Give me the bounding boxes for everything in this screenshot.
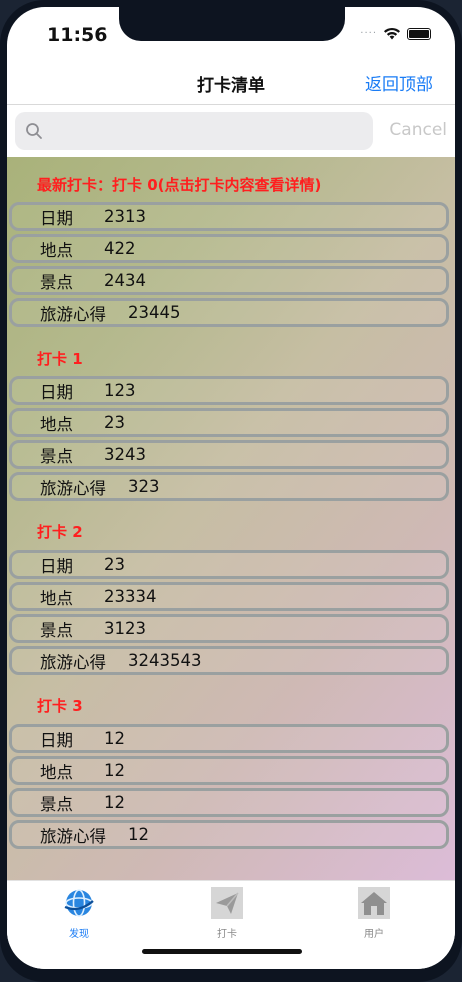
status-time: 11:56 xyxy=(47,24,108,46)
row-label: 景点 xyxy=(40,794,73,814)
list-item[interactable]: 旅游心得 12 xyxy=(9,820,449,849)
row-value: 12 xyxy=(128,825,149,844)
row-label: 旅游心得 xyxy=(40,826,106,846)
home-indicator[interactable] xyxy=(142,949,302,954)
tab-discover[interactable]: 发现 xyxy=(39,887,119,940)
row-value: 12 xyxy=(104,761,125,780)
row-value: 2434 xyxy=(104,271,146,290)
device-frame: 11:56 ···· 打卡清单 返回顶部 Cancel 最新打卡：打卡 0(点击… xyxy=(0,0,462,982)
list-item[interactable]: 日期 2313 xyxy=(9,202,449,231)
app-screen: 11:56 ···· 打卡清单 返回顶部 Cancel 最新打卡：打卡 0(点击… xyxy=(7,7,455,969)
section-title: 打卡 1 xyxy=(37,350,83,368)
navigation-bar: 打卡清单 返回顶部 xyxy=(7,59,455,105)
search-icon xyxy=(26,123,42,139)
paper-plane-icon xyxy=(211,887,243,919)
list-item[interactable]: 日期 23 xyxy=(9,550,449,579)
row-label: 地点 xyxy=(40,240,73,260)
row-label: 景点 xyxy=(40,446,73,466)
row-label: 地点 xyxy=(40,588,73,608)
row-label: 旅游心得 xyxy=(40,304,106,324)
list-item[interactable]: 旅游心得 23445 xyxy=(9,298,449,327)
battery-icon xyxy=(407,27,431,40)
globe-icon xyxy=(64,889,94,917)
row-label: 日期 xyxy=(40,556,73,576)
list-item[interactable]: 地点 23 xyxy=(9,408,449,437)
section-title-latest: 最新打卡：打卡 0(点击打卡内容查看详情) xyxy=(37,176,322,194)
row-value: 12 xyxy=(104,793,125,812)
row-value: 23334 xyxy=(104,587,157,606)
house-icon xyxy=(358,887,390,919)
list-item[interactable]: 景点 3243 xyxy=(9,440,449,469)
tab-label: 发现 xyxy=(69,929,89,940)
list-item[interactable]: 旅游心得 3243543 xyxy=(9,646,449,675)
row-value: 3243543 xyxy=(128,651,202,670)
wifi-icon xyxy=(384,27,400,40)
tab-label: 用户 xyxy=(364,929,384,940)
row-value: 23 xyxy=(104,413,125,432)
row-value: 23445 xyxy=(128,303,181,322)
row-value: 2313 xyxy=(104,207,146,226)
row-label: 日期 xyxy=(40,382,73,402)
row-value: 12 xyxy=(104,729,125,748)
list-item[interactable]: 地点 422 xyxy=(9,234,449,263)
row-value: 3123 xyxy=(104,619,146,638)
search-bar: Cancel xyxy=(7,105,455,157)
row-label: 地点 xyxy=(40,762,73,782)
row-label: 旅游心得 xyxy=(40,652,106,672)
status-indicators: ···· xyxy=(360,27,431,40)
cancel-button[interactable]: Cancel xyxy=(389,120,447,140)
device-notch xyxy=(119,7,345,41)
section-title: 打卡 3 xyxy=(37,697,83,715)
row-label: 景点 xyxy=(40,620,73,640)
row-label: 旅游心得 xyxy=(40,478,106,498)
checkin-list[interactable]: 最新打卡：打卡 0(点击打卡内容查看详情) 日期 2313 地点 422 景点 … xyxy=(7,157,455,880)
tab-user[interactable]: 用户 xyxy=(334,887,414,940)
row-value: 123 xyxy=(104,381,136,400)
row-value: 422 xyxy=(104,239,136,258)
list-item[interactable]: 日期 123 xyxy=(9,376,449,405)
row-value: 323 xyxy=(128,477,160,496)
section-title: 打卡 2 xyxy=(37,523,83,541)
search-input[interactable] xyxy=(49,120,359,142)
signal-icon: ···· xyxy=(360,28,377,39)
tab-bar: 发现 打卡 用户 xyxy=(7,880,455,969)
row-label: 景点 xyxy=(40,272,73,292)
row-label: 地点 xyxy=(40,414,73,434)
tab-checkin[interactable]: 打卡 xyxy=(187,887,267,940)
list-item[interactable]: 景点 12 xyxy=(9,788,449,817)
list-item[interactable]: 景点 2434 xyxy=(9,266,449,295)
back-to-top-button[interactable]: 返回顶部 xyxy=(365,70,433,95)
list-item[interactable]: 地点 12 xyxy=(9,756,449,785)
row-value: 23 xyxy=(104,555,125,574)
list-item[interactable]: 旅游心得 323 xyxy=(9,472,449,501)
search-field[interactable] xyxy=(15,112,373,150)
row-value: 3243 xyxy=(104,445,146,464)
tab-label: 打卡 xyxy=(217,929,237,940)
list-item[interactable]: 景点 3123 xyxy=(9,614,449,643)
list-item[interactable]: 日期 12 xyxy=(9,724,449,753)
row-label: 日期 xyxy=(40,208,73,228)
list-item[interactable]: 地点 23334 xyxy=(9,582,449,611)
row-label: 日期 xyxy=(40,730,73,750)
